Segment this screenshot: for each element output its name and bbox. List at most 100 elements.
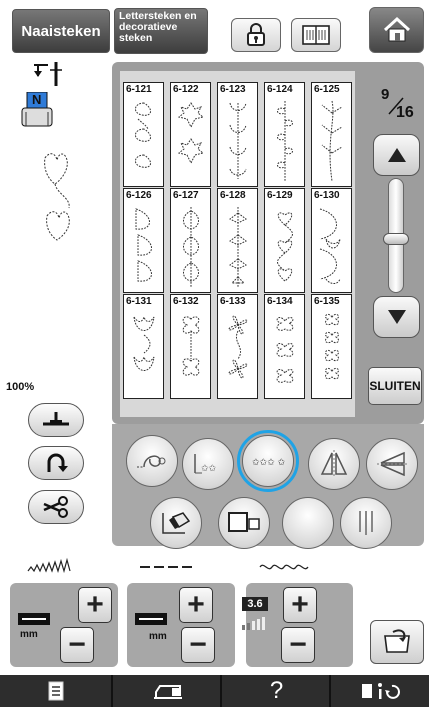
width-bar-icon [18,613,50,625]
scissors-button[interactable] [28,490,84,524]
tension-level-icon [242,617,265,630]
pattern-cell-6-134[interactable]: 6-134 [264,294,305,399]
char-spacing-icon: ✩✩ [194,454,217,474]
home-icon [383,16,410,42]
book-icon [302,25,330,45]
width-minus-button[interactable]: − [60,627,94,663]
thread-tension-icon [259,564,309,570]
u-turn-icon [47,453,68,472]
width-readout: mm [18,613,54,643]
width-plus-button[interactable]: + [78,587,112,623]
pattern-number: 6-132 [173,296,199,307]
stitch-length-control: mm + − [127,583,235,667]
pattern-cell-6-130[interactable]: 6-130 [311,188,352,293]
tulip-stitch-icon [229,102,247,179]
pattern-size-button[interactable] [218,497,270,549]
thread-tension-control: 3.6 + − [242,583,353,667]
pattern-cell-6-127[interactable]: 6-127 [170,188,211,293]
svg-text:✩✩: ✩✩ [201,464,217,474]
pattern-cell-6-122[interactable]: 6-122 [170,82,211,187]
tab-utility-stitches[interactable]: Naaisteken [12,9,110,53]
flower-stitch-icon [182,316,200,376]
pattern-number: 6-130 [314,190,340,201]
pattern-number: 6-123 [220,84,246,95]
settings-button[interactable] [333,675,429,707]
mirror-vertical-button[interactable] [308,438,360,490]
twin-needle-button[interactable] [340,497,392,549]
list-button[interactable] [0,675,113,707]
pattern-number: 6-125 [314,84,340,95]
svg-text:✩✩✩ ✩: ✩✩✩ ✩ [252,458,285,468]
char-spacing-button[interactable]: ✩✩ [182,438,234,490]
close-button[interactable]: SLUITEN [368,367,422,405]
zoom-level: 100% [6,381,35,393]
list-icon [48,681,63,701]
tab-character-decorative-stitches[interactable]: Lettersteken en decoratieve steken [114,8,208,54]
length-minus-button[interactable]: − [181,627,215,663]
mirror-horizontal-button[interactable] [366,438,418,490]
delete-button[interactable] [150,497,202,549]
pattern-cell-6-124[interactable]: 6-124 [264,82,305,187]
scissors-icon [43,496,68,518]
help-button[interactable]: ? [224,675,331,707]
triangle-down-icon [387,310,406,324]
tension-value: 3.6 [242,597,268,611]
pattern-cell-6-129[interactable]: 6-129 [264,188,305,293]
branch-stitch-icon [321,100,343,182]
bottom-bar: ? [0,675,429,707]
pattern-number: 6-126 [126,190,152,201]
pattern-number: 6-134 [267,296,293,307]
stitch-preview [44,153,70,241]
thread-cutter-presser-button[interactable] [28,403,84,437]
tension-plus-button[interactable]: + [283,587,317,623]
eraser-icon [162,512,191,534]
pattern-cell-6-128[interactable]: 6-128 [217,188,258,293]
manual-button[interactable] [291,18,341,52]
triangle-up-icon [387,148,406,162]
stars-pattern-button[interactable]: ✩✩✩ ✩ [237,430,299,492]
pattern-cell-6-132[interactable]: 6-132 [170,294,211,399]
home-button[interactable] [369,7,424,53]
length-bar-icon [135,613,167,625]
leaf-stitch-icon [135,102,151,168]
scrollbar-thumb[interactable] [383,233,409,245]
blank-button[interactable] [282,497,334,549]
pattern-cell-6-131[interactable]: 6-131 [123,294,164,399]
single-pattern-icon [137,455,166,468]
stitch-width-control: mm + − [10,583,118,667]
pattern-number: 6-122 [173,84,199,95]
pattern-size-icon [228,512,260,532]
settings-info-icon [362,683,400,699]
pattern-cell-6-135[interactable]: 6-135 [311,294,352,399]
scroll-down-button[interactable] [373,296,420,338]
pinwheel-stitch-icon [228,315,248,379]
feather-stitch-icon [135,208,152,282]
presser-foot-icon: N [20,91,54,130]
stitch-length-icon [140,566,192,568]
length-unit: mm [149,631,167,642]
width-unit: mm [20,629,38,640]
bigtulip-stitch-icon [133,315,155,371]
length-plus-button[interactable]: + [179,587,213,623]
tension-minus-button[interactable]: − [281,627,315,663]
pattern-cell-6-126[interactable]: 6-126 [123,188,164,293]
back-button[interactable] [370,620,424,664]
pattern-cell-6-123[interactable]: 6-123 [217,82,258,187]
pattern-cell-6-121[interactable]: 6-121 [123,82,164,187]
vine-stitch-icon [277,101,293,181]
total-pages: 16 [396,104,414,121]
scroll-up-button[interactable] [373,134,420,176]
single-pattern-button[interactable] [126,435,178,487]
pattern-number: 6-124 [267,84,293,95]
pattern-cell-6-133[interactable]: 6-133 [217,294,258,399]
tulipcurve-stitch-icon [319,208,341,284]
return-pocket-icon [384,629,410,653]
pattern-cell-6-125[interactable]: 6-125 [311,82,352,187]
pattern-number: 6-128 [220,190,246,201]
maple-stitch-icon [177,102,205,165]
sewing-machine-button[interactable] [115,675,222,707]
reverse-stitch-button[interactable] [28,446,84,480]
length-readout: mm [135,613,171,643]
page-indicator: 9 16 [375,84,420,132]
lock-button[interactable] [231,18,281,52]
